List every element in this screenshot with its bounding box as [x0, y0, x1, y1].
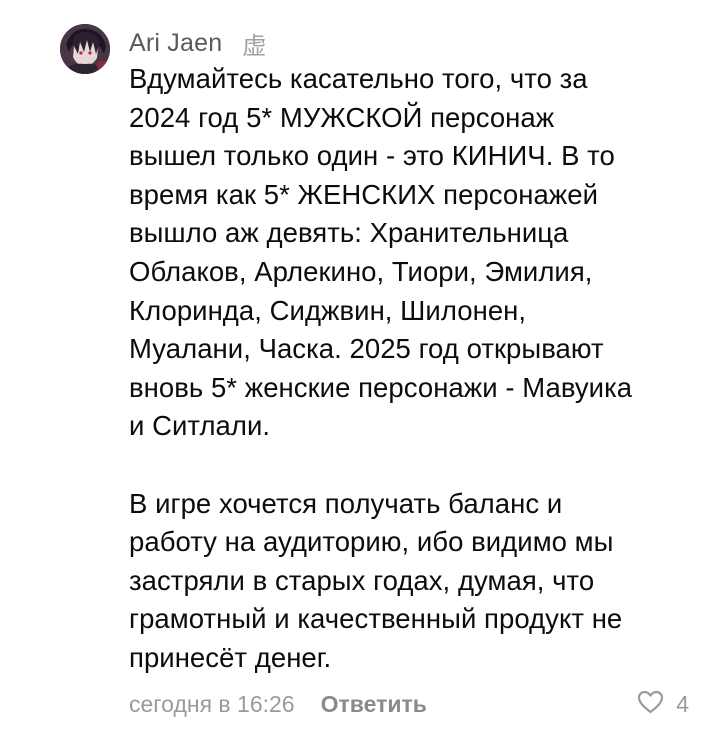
- avatar-image: [60, 24, 110, 74]
- comment-text: Вдумайтесь касательно того, что за 2024 …: [129, 60, 704, 678]
- comment-paragraph-1: Вдумайтесь касательно того, что за 2024 …: [129, 63, 633, 442]
- reply-button[interactable]: Ответить: [321, 691, 427, 718]
- comment-paragraph-2: В игре хочется получать баланс и работу …: [129, 487, 623, 673]
- comment-meta: сегодня в 16:26 Ответить 4: [129, 688, 689, 720]
- author-name[interactable]: Ari Jaen: [129, 29, 222, 58]
- timestamp: сегодня в 16:26: [129, 690, 295, 717]
- avatar[interactable]: [60, 24, 110, 74]
- author-row: Ari Jaen 虚: [129, 28, 267, 60]
- heart-icon: [637, 690, 664, 719]
- like-button[interactable]: 4: [637, 688, 689, 720]
- author-badge: 虚: [242, 31, 267, 60]
- like-count: 4: [676, 690, 689, 717]
- comment: Ari Jaen 虚 Вдумайтесь касательно того, ч…: [0, 0, 720, 741]
